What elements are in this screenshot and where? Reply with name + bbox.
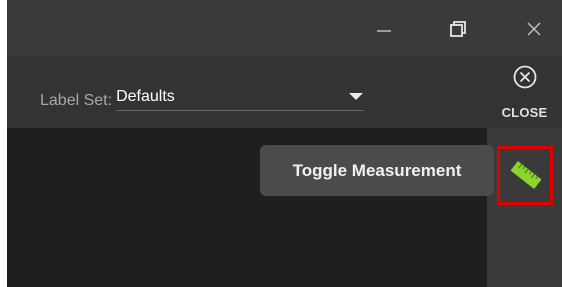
label-set-dropdown[interactable]: Defaults [116,87,365,111]
close-window-button[interactable] [519,14,549,44]
label-set-header: Label Set: Defaults [7,56,487,128]
label-set-value: Defaults [116,88,175,105]
label-set-row: Label Set: Defaults [40,87,365,111]
ruler-icon [510,161,542,189]
title-bar [7,0,562,56]
close-panel-button[interactable]: CLOSE [487,56,562,128]
restore-button[interactable] [442,14,472,44]
toggle-measurement-button[interactable] [497,146,553,205]
close-icon [527,22,541,36]
caret-down-icon [349,93,364,100]
app-window: Label Set: Defaults CLOSE Toggle Measure… [7,0,562,287]
label-set-caption: Label Set: [40,92,113,109]
close-panel-label: CLOSE [501,105,548,120]
close-circle-icon [513,65,537,89]
minimize-button[interactable] [369,14,399,44]
toggle-measurement-tooltip: Toggle Measurement [260,145,494,196]
restore-icon [450,21,466,37]
minimize-icon [377,30,391,32]
